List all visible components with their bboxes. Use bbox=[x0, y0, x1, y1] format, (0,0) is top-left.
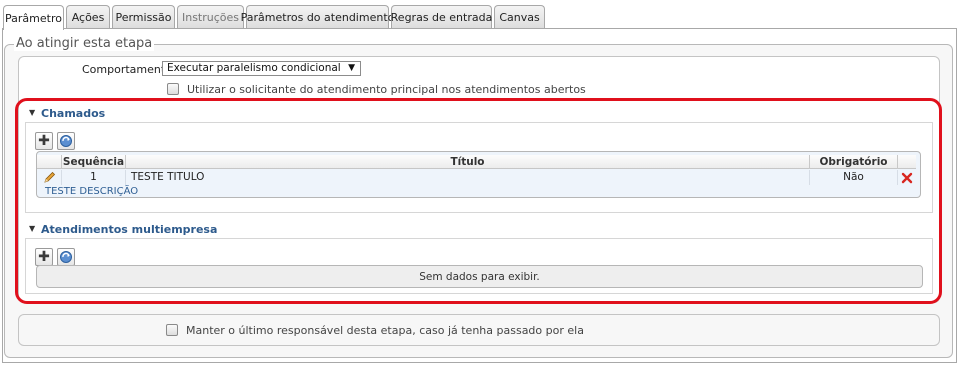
behavior-select[interactable]: Executar paralelismo condicional ▼ bbox=[162, 61, 361, 76]
use-requester-checkbox[interactable] bbox=[167, 83, 179, 95]
highlight-annotation bbox=[15, 98, 942, 304]
keep-responsible-checkbox[interactable] bbox=[166, 324, 178, 336]
tab-acoes[interactable]: Ações bbox=[66, 5, 110, 29]
tab-canvas[interactable]: Canvas bbox=[494, 5, 545, 29]
tab-regras-entrada[interactable]: Regras de entrada bbox=[391, 5, 492, 29]
tab-permissao[interactable]: Permissão bbox=[112, 5, 175, 29]
tab-instrucoes[interactable]: Instruções bbox=[177, 5, 244, 29]
use-requester-label: Utilizar o solicitante do atendimento pr… bbox=[187, 83, 586, 96]
tab-parametros-atendimento[interactable]: Parâmetros do atendimento bbox=[241, 5, 394, 29]
tab-parametro[interactable]: Parâmetro bbox=[3, 5, 64, 30]
keep-responsible-label: Manter o último responsável desta etapa,… bbox=[186, 324, 584, 337]
dropdown-arrow-icon: ▼ bbox=[348, 63, 355, 73]
behavior-select-value: Executar paralelismo condicional bbox=[167, 62, 341, 74]
stage-legend: Ao atingir esta etapa bbox=[14, 36, 155, 51]
